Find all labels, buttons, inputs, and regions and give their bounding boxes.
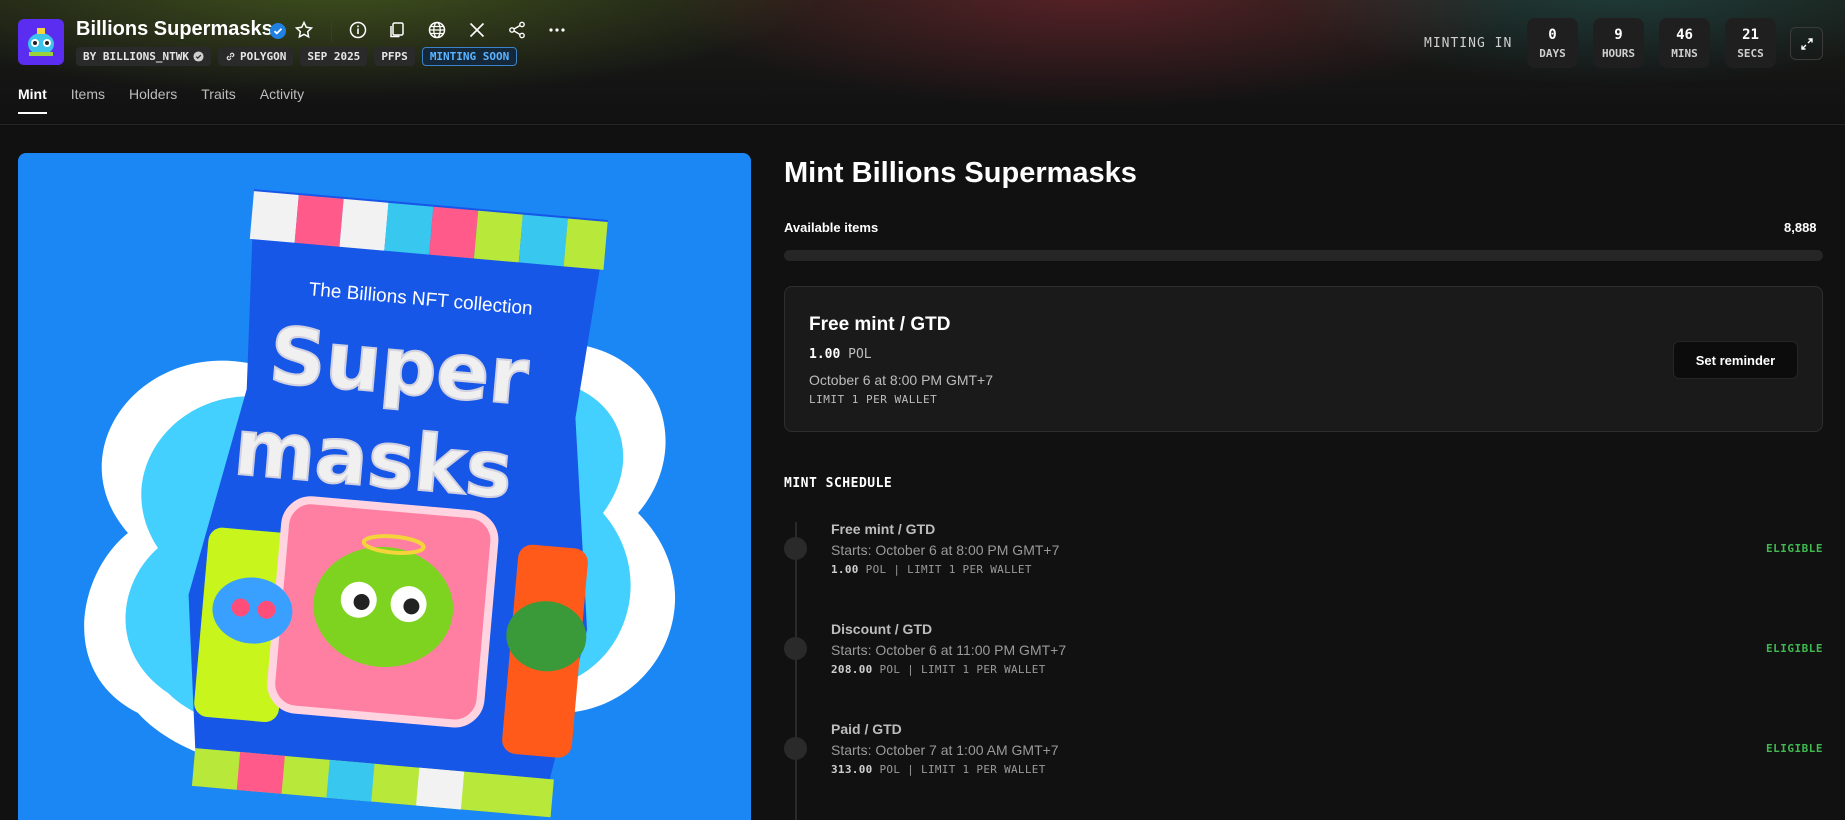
- countdown-mins: 46 MINS: [1659, 18, 1710, 68]
- info-icon[interactable]: [348, 20, 368, 40]
- countdown-mins-value: 46: [1676, 27, 1693, 43]
- verified-icon: [270, 23, 286, 39]
- chain-tag[interactable]: POLYGON: [217, 47, 294, 66]
- phase-limit: POL | LIMIT 1 PER WALLET: [879, 663, 1046, 676]
- countdown-secs-unit: SECS: [1737, 47, 1764, 60]
- star-icon[interactable]: [294, 20, 314, 40]
- eligible-badge: ELIGIBLE: [1766, 542, 1823, 555]
- countdown-hours-value: 9: [1614, 27, 1623, 43]
- copy-icon[interactable]: [387, 20, 407, 40]
- schedule-dot: [784, 637, 807, 660]
- phase-limit: POL | LIMIT 1 PER WALLET: [879, 763, 1046, 776]
- set-reminder-button[interactable]: Set reminder: [1673, 341, 1798, 379]
- countdown-days: 0 DAYS: [1527, 18, 1578, 68]
- phase-price: 1.00: [831, 563, 859, 576]
- current-phase-limit: LIMIT 1 PER WALLET: [809, 393, 938, 406]
- current-mint-card: Free mint / GTD 1.00 POL October 6 at 8:…: [784, 286, 1823, 432]
- phase-title: Discount / GTD: [831, 621, 933, 637]
- available-items-value: 8,888: [1784, 220, 1817, 235]
- phase-start: Starts: October 6 at 8:00 PM GMT+7: [831, 542, 1060, 558]
- countdown-mins-unit: MINS: [1671, 47, 1698, 60]
- schedule-timeline: [795, 522, 797, 820]
- current-phase-date: October 6 at 8:00 PM GMT+7: [809, 372, 994, 388]
- more-icon[interactable]: [547, 20, 567, 40]
- collection-tabs: Mint Items Holders Traits Activity: [18, 86, 304, 114]
- collection-logo[interactable]: [18, 19, 64, 65]
- x-icon[interactable]: [467, 20, 487, 40]
- countdown-days-unit: DAYS: [1539, 47, 1566, 60]
- header-divider: [331, 20, 332, 42]
- phase-start: Starts: October 6 at 11:00 PM GMT+7: [831, 642, 1067, 658]
- creator-verified-icon: [193, 51, 204, 62]
- tab-traits[interactable]: Traits: [201, 86, 235, 114]
- collection-logo-icon: [28, 28, 54, 56]
- countdown-secs: 21 SECS: [1725, 18, 1776, 68]
- countdown-label: MINTING IN: [1424, 36, 1513, 51]
- current-phase-title: Free mint / GTD: [809, 314, 951, 335]
- mint-schedule-heading: MINT SCHEDULE: [784, 476, 893, 491]
- tab-items[interactable]: Items: [71, 86, 105, 114]
- collection-header: Billions Supermasks BY BILLIONS_NTWK POL…: [0, 0, 1845, 125]
- supermasks-pack-image: The Billions NFT collection Super masks: [84, 189, 676, 818]
- schedule-dot: [784, 737, 807, 760]
- phase-title: Paid / GTD: [831, 721, 902, 737]
- link-icon: [226, 52, 235, 61]
- current-phase-price: 1.00 POL: [809, 347, 872, 362]
- share-icon[interactable]: [507, 20, 527, 40]
- phase-detail: 313.00 POL | LIMIT 1 PER WALLET: [831, 763, 1046, 776]
- mint-progress-bar: [784, 250, 1823, 261]
- countdown-secs-value: 21: [1742, 27, 1759, 43]
- phase-start: Starts: October 7 at 1:00 AM GMT+7: [831, 742, 1059, 758]
- tab-activity[interactable]: Activity: [260, 86, 304, 114]
- countdown-hours: 9 HOURS: [1593, 18, 1644, 68]
- eligible-badge: ELIGIBLE: [1766, 642, 1823, 655]
- globe-icon[interactable]: [427, 20, 447, 40]
- tab-mint[interactable]: Mint: [18, 86, 47, 114]
- creator-tag[interactable]: BY BILLIONS_NTWK: [76, 47, 211, 66]
- available-items-label: Available items: [784, 220, 879, 235]
- status-badge: MINTING SOON: [421, 47, 518, 66]
- countdown-hours-unit: HOURS: [1601, 47, 1636, 60]
- current-price-currency: POL: [848, 347, 872, 362]
- collection-tags: BY BILLIONS_NTWK POLYGON SEP 2025 PFPS M…: [76, 47, 518, 66]
- schedule-dot: [784, 537, 807, 560]
- phase-title: Free mint / GTD: [831, 521, 936, 537]
- expand-icon[interactable]: [1790, 27, 1823, 60]
- tab-holders[interactable]: Holders: [129, 86, 177, 114]
- eligible-badge: ELIGIBLE: [1766, 742, 1823, 755]
- chain-tag-label: POLYGON: [239, 50, 287, 63]
- current-price-value: 1.00: [809, 347, 841, 362]
- phase-detail: 1.00 POL | LIMIT 1 PER WALLET: [831, 563, 1032, 576]
- collection-artwork[interactable]: The Billions NFT collection Super masks: [18, 153, 751, 820]
- creator-tag-label: BY BILLIONS_NTWK: [83, 50, 189, 63]
- phase-detail: 208.00 POL | LIMIT 1 PER WALLET: [831, 663, 1046, 676]
- phase-price: 313.00: [831, 763, 873, 776]
- mint-heading: Mint Billions Supermasks: [784, 157, 1137, 189]
- category-tag[interactable]: PFPS: [374, 47, 415, 66]
- collection-title: Billions Supermasks: [76, 18, 273, 40]
- phase-price: 208.00: [831, 663, 873, 676]
- phase-limit: POL | LIMIT 1 PER WALLET: [865, 563, 1032, 576]
- date-tag: SEP 2025: [300, 47, 368, 66]
- countdown-days-value: 0: [1548, 27, 1557, 43]
